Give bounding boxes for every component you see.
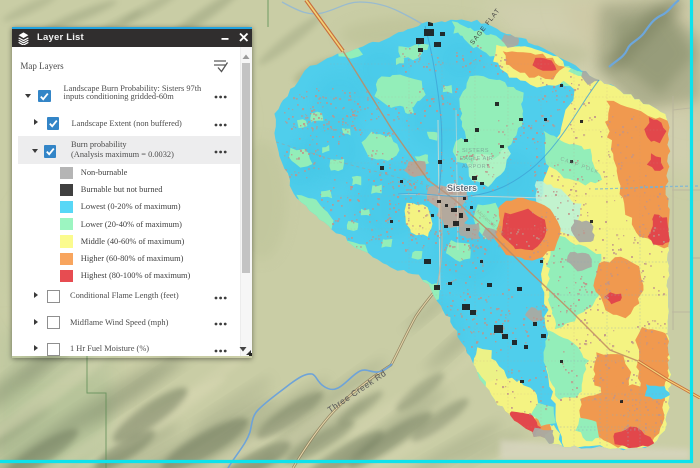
svg-text:SISTERS: SISTERS (462, 148, 489, 154)
svg-text:AIRPORT: AIRPORT (462, 164, 490, 170)
svg-text:EAGLE AIR: EAGLE AIR (460, 156, 493, 162)
svg-text:Sisters: Sisters (447, 183, 477, 193)
